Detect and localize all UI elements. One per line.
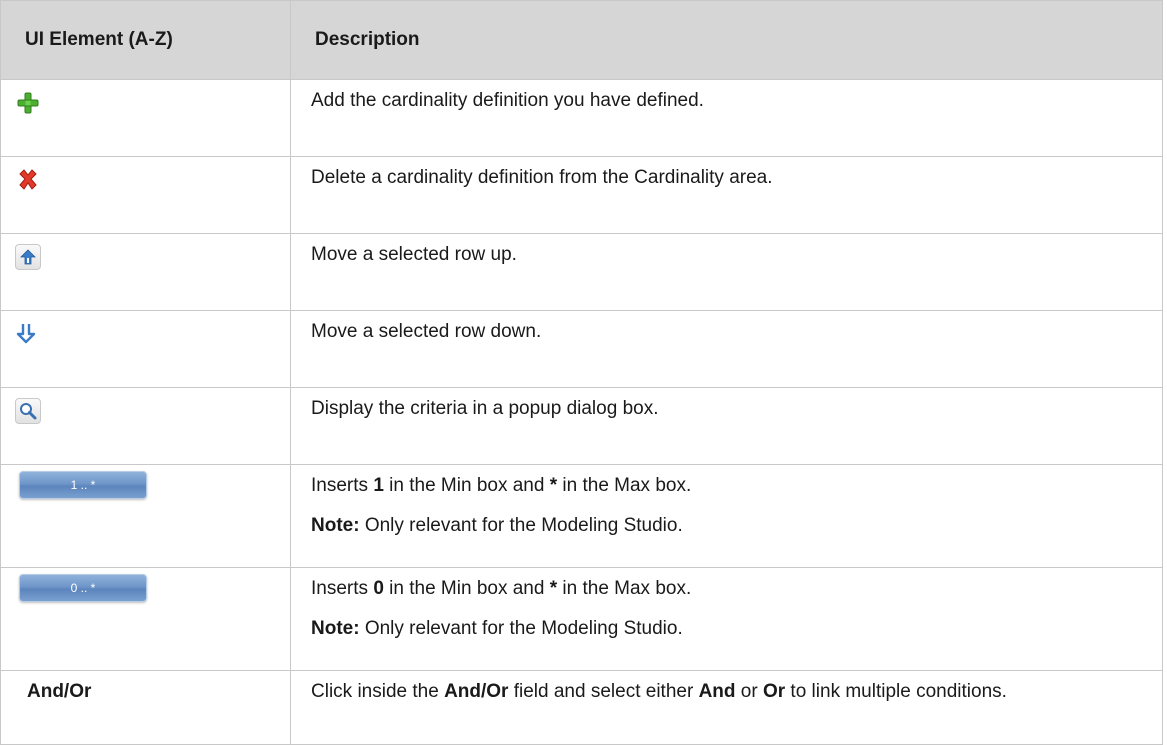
add-icon [15,90,41,124]
description-move-down: Move a selected row down. [290,310,1163,388]
description-and-or: Click inside the And/Or field and select… [290,670,1163,745]
table-row-one-to-many: 1 .. * Inserts 1 in the Min box and * in… [0,464,1163,568]
description-add: Add the cardinality definition you have … [290,79,1163,157]
description-one-to-many: Inserts 1 in the Min box and * in the Ma… [290,464,1163,568]
table-row-move-down: Move a selected row down. [0,310,1163,388]
header-ui-element: UI Element (A-Z) [0,0,291,80]
ui-elements-table: UI Element (A-Z) Description Add the car… [0,0,1163,745]
and-or-element: And/Or [27,681,92,702]
header-description: Description [290,0,1163,80]
magnifier-icon [15,398,41,424]
note-line: Note: Only relevant for the Modeling Stu… [311,618,683,639]
zero-to-many-button[interactable]: 0 .. * [19,574,147,602]
arrow-up-icon [15,244,41,270]
description-popup: Display the criteria in a popup dialog b… [290,387,1163,465]
table-row-move-up: Move a selected row up. [0,233,1163,311]
table-row-add: Add the cardinality definition you have … [0,79,1163,157]
one-to-many-button[interactable]: 1 .. * [19,471,147,499]
arrow-down-icon [15,321,37,353]
table-row-popup: Display the criteria in a popup dialog b… [0,387,1163,465]
description-move-up: Move a selected row up. [290,233,1163,311]
note-line: Note: Only relevant for the Modeling Stu… [311,515,683,536]
table-row-and-or: And/Or Click inside the And/Or field and… [0,670,1163,745]
description-delete: Delete a cardinality definition from the… [290,156,1163,234]
delete-icon [15,167,41,201]
table-row-delete: Delete a cardinality definition from the… [0,156,1163,234]
description-zero-to-many: Inserts 0 in the Min box and * in the Ma… [290,567,1163,671]
description-line: Inserts 1 in the Min box and * in the Ma… [311,475,692,496]
description-line: Inserts 0 in the Min box and * in the Ma… [311,578,692,599]
table-header-row: UI Element (A-Z) Description [0,0,1163,80]
table-row-zero-to-many: 0 .. * Inserts 0 in the Min box and * in… [0,567,1163,671]
